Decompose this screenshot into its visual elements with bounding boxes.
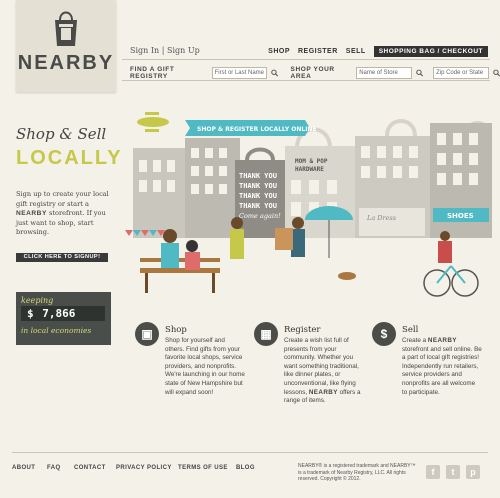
gift-icon: ▦ [254, 322, 278, 346]
divider [122, 80, 490, 81]
hero-heading: Shop & Sell [16, 125, 107, 143]
brand-name: NEARBY [17, 52, 115, 74]
footer-link-about[interactable]: ABOUT [12, 465, 47, 471]
search-icon[interactable] [416, 69, 423, 77]
economy-counter: keeping $ 7,866 in local economies [16, 292, 111, 345]
airplane [137, 112, 169, 132]
nav-sell[interactable]: SELL [346, 48, 366, 55]
dollar-icon: $ [372, 322, 396, 346]
town-illustration: THANK YOU THANK YOU THANK YOU THANK YOU … [125, 112, 500, 303]
divider [122, 59, 490, 60]
feature-text: Create a NEARBY storefront and sell onli… [402, 337, 482, 396]
signup-button[interactable]: CLICK HERE TO SIGNUP! [16, 253, 108, 262]
auth-links: Sign In | Sign Up [130, 46, 200, 55]
search-row: FIND A GIFT REGISTRY First or Last Name … [130, 66, 500, 80]
footer-link-privacy[interactable]: PRIVACY POLICY [116, 465, 178, 471]
nav-register[interactable]: REGISTER [298, 48, 338, 55]
hero-intro: Sign up to create your local gift regist… [16, 190, 109, 236]
registry-search-label: FIND A GIFT REGISTRY [130, 66, 175, 80]
pinterest-icon[interactable]: p [466, 465, 480, 479]
la-dress-sign: La Dress [366, 214, 397, 222]
footer-link-faq[interactable]: FAQ [47, 465, 74, 471]
banner-text: SHOP & REGISTER LOCALLY ONLINE [197, 126, 317, 133]
shop-sign-text: MOM & POP [295, 158, 328, 165]
top-nav: SHOP REGISTER SELL SHOPPING BAG / CHECKO… [268, 46, 488, 57]
legal-text: NEARBY® is a registered trademark and NE… [298, 463, 416, 482]
footer-link-blog[interactable]: BLOG [236, 465, 255, 471]
counter-suffix: in local economies [21, 326, 92, 335]
search-icon[interactable] [492, 69, 500, 77]
shoes-sign: SHOES [447, 212, 474, 220]
sign-up-link[interactable]: Sign Up [167, 46, 200, 55]
logo[interactable]: NEARBY [16, 0, 116, 92]
footer-link-terms[interactable]: TERMS OF USE [178, 465, 236, 471]
feature-title: Sell [402, 325, 419, 335]
store-name-input[interactable]: Name of Store [356, 67, 412, 79]
zip-code-input[interactable]: Zip Code or State [433, 67, 489, 79]
shopping-bag-checkout-button[interactable]: SHOPPING BAG / CHECKOUT [373, 46, 488, 57]
thank-you-text: THANK YOU [239, 172, 277, 180]
thank-you-text: THANK YOU [239, 192, 277, 200]
brand-inline: NEARBY [16, 210, 47, 217]
shop-sign-text: HARDWARE [295, 166, 324, 173]
footer-link-contact[interactable]: CONTACT [74, 465, 116, 471]
thank-you-text: THANK YOU [239, 182, 277, 190]
feature-text: Create a wish list full of presents from… [284, 337, 361, 405]
footer-nav: ABOUT FAQ CONTACT PRIVACY POLICY TERMS O… [12, 465, 255, 471]
sign-in-link[interactable]: Sign In [130, 46, 159, 55]
feature-text: Shop for yourself and others. Find gifts… [165, 337, 245, 396]
registry-name-input[interactable]: First or Last Name [211, 67, 268, 79]
footer-divider [12, 452, 488, 453]
facebook-icon[interactable]: f [426, 465, 440, 479]
shop-area-label: SHOP YOUR AREA [290, 66, 335, 80]
feature-title: Shop [165, 325, 187, 335]
header: NEARBY Sign In | Sign Up SHOP REGISTER S… [0, 0, 500, 92]
nav-shop[interactable]: SHOP [268, 48, 290, 55]
come-again-text: Come again! [239, 212, 281, 220]
counter-prefix: keeping [21, 296, 54, 305]
auth-divider: | [161, 46, 165, 55]
shopping-bag-logo-icon [55, 11, 77, 46]
shopping-bag-icon: ▣ [135, 322, 159, 346]
search-icon[interactable] [271, 69, 279, 77]
hero-heading-accent: LOCALLY [16, 147, 123, 169]
thank-you-text: THANK YOU [239, 202, 277, 210]
twitter-icon[interactable]: t [446, 465, 460, 479]
feature-title: Register [284, 325, 321, 335]
counter-amount: $ 7,866 [21, 306, 105, 321]
